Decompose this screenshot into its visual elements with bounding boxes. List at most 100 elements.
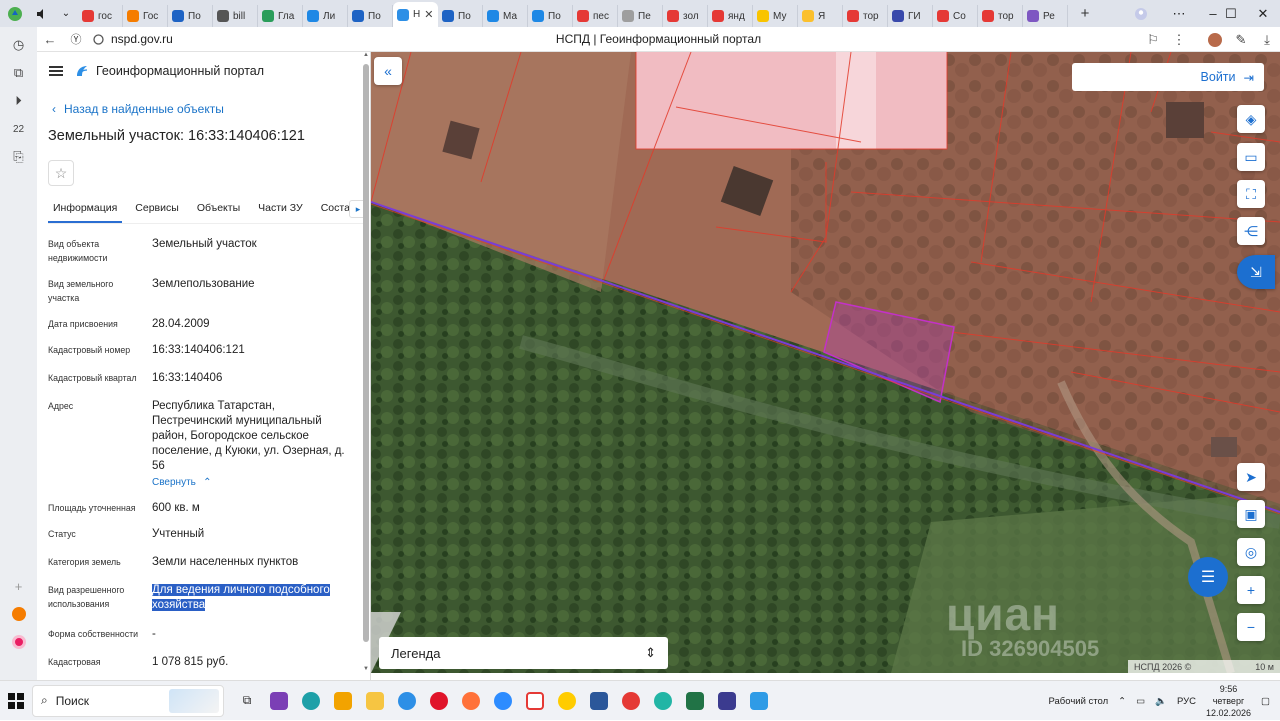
tabs-menu-icon[interactable]: ⋯ — [1162, 0, 1196, 27]
edit-icon[interactable]: ✎ — [1228, 27, 1254, 52]
locate-icon[interactable]: ➤ — [1237, 463, 1265, 491]
browser-tab[interactable]: Гла — [258, 5, 303, 27]
browser-tab[interactable]: По — [528, 5, 573, 27]
browser-tab[interactable]: bill — [213, 5, 258, 27]
zoom-icon[interactable] — [488, 686, 518, 716]
windows-start-icon[interactable] — [0, 681, 32, 721]
browser-tab[interactable]: Пе — [618, 5, 663, 27]
clock[interactable]: 9:56 четверг 12.02.2026 — [1206, 683, 1251, 719]
browser-tab[interactable]: По — [348, 5, 393, 27]
media-player-icon[interactable]: ⏵ — [7, 89, 31, 113]
browser-tab[interactable]: Со — [933, 5, 978, 27]
site-info-icon[interactable] — [89, 27, 107, 52]
media-icon[interactable] — [712, 686, 742, 716]
tool-icon[interactable] — [744, 686, 774, 716]
word-icon[interactable] — [584, 686, 614, 716]
new-tab-button[interactable]: + — [1074, 3, 1096, 25]
legend-dropdown[interactable]: Легенда ⇕ — [379, 637, 668, 669]
favorite-star-button[interactable]: ☆ — [48, 160, 74, 186]
browser-tab[interactable]: По — [168, 5, 213, 27]
edge-icon[interactable] — [296, 686, 326, 716]
extension-icon[interactable] — [1202, 27, 1228, 52]
task-view-icon[interactable]: ⧉ — [232, 686, 262, 716]
maximize-button[interactable]: ☐ — [1214, 0, 1248, 27]
browser-tab[interactable]: ГИ — [888, 5, 933, 27]
browser-tab[interactable]: янд — [708, 5, 753, 27]
select-area-icon[interactable]: ⛶ — [1237, 180, 1265, 208]
opera-icon[interactable] — [424, 686, 454, 716]
file-explorer-icon[interactable] — [360, 686, 390, 716]
yandex-logo-icon[interactable]: Ⓨ — [63, 27, 89, 52]
browser-tab[interactable]: Му — [753, 5, 798, 27]
panel-scrollbar[interactable]: ▲ ▼ — [362, 52, 370, 672]
close-window-button[interactable]: ✕ — [1246, 0, 1280, 27]
geolocation-icon[interactable]: ◎ — [1237, 538, 1265, 566]
services-icon[interactable]: ⇲ — [1237, 255, 1275, 289]
chevron-up-icon[interactable]: ⌃ — [1118, 696, 1126, 707]
login-button[interactable]: Войти ⇥ — [1072, 63, 1264, 91]
tab-parts[interactable]: Части ЗУ — [253, 196, 308, 223]
zoom-out-button[interactable]: − — [1237, 613, 1265, 641]
collapse-panel-button[interactable]: « — [374, 57, 402, 85]
mute-tab-icon[interactable] — [30, 0, 54, 27]
browser-tab[interactable]: Гос — [123, 5, 168, 27]
browser-tab[interactable]: тор — [843, 5, 888, 27]
internet-explorer-icon[interactable] — [392, 686, 422, 716]
browser-tab[interactable]: Я — [798, 5, 843, 27]
network-icon[interactable]: ▭ — [1136, 696, 1145, 707]
layers-icon[interactable]: ◈ — [1237, 105, 1265, 133]
browser-tab[interactable]: Ли — [303, 5, 348, 27]
taskbar-app-icon[interactable] — [264, 686, 294, 716]
back-to-results-link[interactable]: ‹ Назад в найденные объекты — [52, 102, 370, 116]
calendar-icon[interactable]: 22 — [7, 117, 31, 141]
add-panel-icon[interactable]: + — [7, 574, 31, 598]
url-text[interactable]: nspd.gov.ru — [111, 32, 173, 46]
browser-tab[interactable]: Ре — [1023, 5, 1068, 27]
outlook-icon[interactable] — [328, 686, 358, 716]
browser-tab[interactable]: Н✕ — [393, 2, 438, 27]
scrollbar-thumb[interactable] — [363, 64, 369, 642]
taskbar-search[interactable]: ⌕ Поиск — [32, 685, 224, 717]
desktop-label[interactable]: Рабочий стол — [1049, 696, 1109, 707]
tabs-dropdown-icon[interactable]: ⌄ — [54, 0, 78, 27]
tab-services[interactable]: Сервисы — [130, 196, 184, 223]
tab-objects[interactable]: Объекты — [192, 196, 245, 223]
history-icon[interactable]: ◷ — [7, 33, 31, 57]
profile-icon[interactable] — [1124, 0, 1158, 27]
yandex-icon[interactable] — [520, 686, 550, 716]
rail-app-orange-icon[interactable] — [7, 602, 31, 626]
map-view[interactable]: « Войти ⇥ ◈ ▭ ⛶ ⋲ ⇲ ➤ ▣ ◎ + − ☰ циан ID … — [371, 52, 1280, 673]
browser-tab[interactable]: По — [438, 5, 483, 27]
browser-menu-icon[interactable] — [0, 0, 30, 27]
excel-icon[interactable] — [680, 686, 710, 716]
browser-tab[interactable]: тор — [978, 5, 1023, 27]
ruler-icon[interactable]: ▭ — [1237, 143, 1265, 171]
alice-assistant-icon[interactable] — [7, 630, 31, 654]
yandex-browser-icon[interactable] — [616, 686, 646, 716]
minimap-icon[interactable]: ▣ — [1237, 500, 1265, 528]
tab-info[interactable]: Информация — [48, 196, 122, 223]
field-value-selected[interactable]: Для ведения личного подсобного хозяйства — [152, 583, 347, 613]
browser-tab[interactable]: зол — [663, 5, 708, 27]
browser-tab[interactable]: гос — [78, 5, 123, 27]
bookmark-icon[interactable]: ⚐ — [1140, 27, 1166, 52]
zoom-in-button[interactable]: + — [1237, 576, 1265, 604]
messenger-icon[interactable] — [648, 686, 678, 716]
firefox-icon[interactable] — [456, 686, 486, 716]
hamburger-menu-icon[interactable] — [49, 66, 63, 76]
screenshot-icon[interactable]: ⎘ — [7, 145, 31, 169]
yandex-market-icon[interactable] — [552, 686, 582, 716]
collapse-link[interactable]: Свернуть ⌃ — [152, 475, 347, 490]
download-icon[interactable]: ⤓ — [1254, 27, 1280, 52]
close-tab-icon[interactable]: ✕ — [424, 8, 433, 21]
menu-icon[interactable]: ⋮ — [1166, 27, 1192, 52]
language-indicator[interactable]: РУС — [1177, 696, 1196, 707]
browser-tab[interactable]: пес — [573, 5, 618, 27]
volume-icon[interactable]: 🔈 — [1155, 696, 1167, 707]
notifications-icon[interactable]: ▢ — [1261, 696, 1270, 707]
share-icon[interactable]: ⋲ — [1237, 217, 1265, 245]
chat-support-button[interactable]: ☰ — [1188, 557, 1228, 597]
back-arrow-icon[interactable]: ← — [37, 27, 63, 52]
browser-tab[interactable]: Ма — [483, 5, 528, 27]
collections-icon[interactable]: ⧉ — [7, 61, 31, 85]
